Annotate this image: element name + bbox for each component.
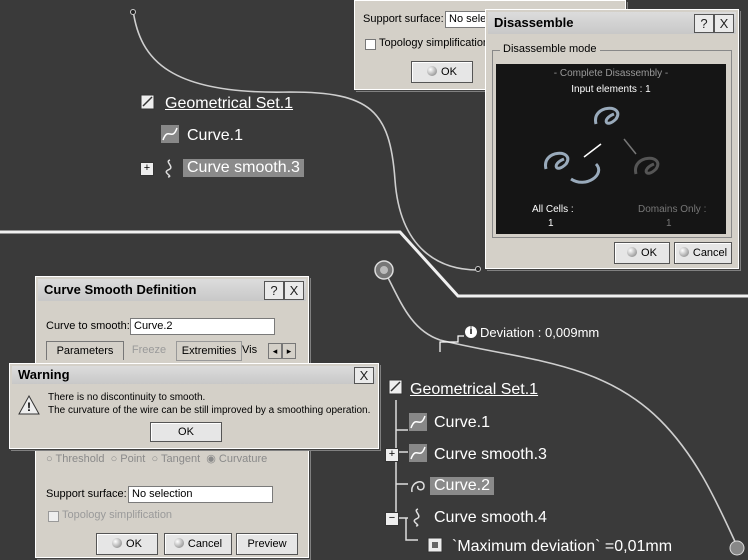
help-button[interactable]: ? bbox=[264, 281, 284, 300]
geometrical-set-icon[interactable] bbox=[138, 93, 158, 113]
tree-geometrical-set-1[interactable]: Geometrical Set.1 bbox=[165, 95, 293, 113]
all-cells-label: All Cells : bbox=[532, 204, 574, 215]
curve-smooth-ok-button[interactable]: OK bbox=[96, 533, 158, 555]
all-cells-value: 1 bbox=[548, 218, 554, 229]
warning-message-line2: The curvature of the wire can be still i… bbox=[48, 405, 371, 416]
tree-curve-1[interactable]: Curve.1 bbox=[187, 127, 243, 145]
curve-bottom bbox=[383, 269, 739, 549]
collapse-icon[interactable]: − bbox=[385, 512, 399, 526]
curve-to-smooth-field[interactable]: Curve.2 bbox=[130, 318, 275, 335]
warning-icon: ! bbox=[18, 394, 40, 421]
topology-checkbox[interactable] bbox=[365, 39, 376, 50]
tree-curve-smooth-4[interactable]: Curve smooth.4 bbox=[434, 509, 547, 527]
curve-smooth-titlebar[interactable]: Curve Smooth Definition ? X bbox=[38, 279, 306, 301]
geometrical-set-icon[interactable] bbox=[386, 378, 406, 398]
curve-icon bbox=[408, 443, 428, 463]
tab-scroll-left[interactable]: ◂ bbox=[268, 343, 282, 359]
close-button[interactable]: X bbox=[714, 14, 734, 33]
disassemble-titlebar[interactable]: Disassemble ? X bbox=[488, 12, 736, 34]
expand-icon[interactable]: + bbox=[140, 162, 154, 176]
help-button[interactable]: ? bbox=[694, 14, 714, 33]
disassemble-title: Disassemble bbox=[494, 15, 574, 30]
curve-2-icon bbox=[408, 476, 428, 496]
disassemble-ok-button[interactable]: OK bbox=[614, 242, 670, 264]
tab-parameters[interactable]: Parameters bbox=[46, 341, 124, 360]
warning-ok-button[interactable]: OK bbox=[150, 422, 222, 442]
curve-icon bbox=[160, 124, 180, 144]
parameter-icon bbox=[426, 535, 446, 555]
radio-point[interactable]: ○ Point bbox=[111, 453, 146, 465]
tab-extremities[interactable]: Extremities bbox=[176, 341, 242, 361]
curve-smooth-title: Curve Smooth Definition bbox=[44, 282, 197, 297]
support-surface-field[interactable]: No selection bbox=[128, 486, 273, 503]
curve-smooth-preview-button[interactable]: Preview bbox=[236, 533, 298, 555]
warning-title: Warning bbox=[18, 367, 70, 382]
warning-dialog: Warning X ! There is no discontinuity to… bbox=[9, 363, 379, 449]
tree-curve-2[interactable]: Curve.2 bbox=[430, 477, 495, 495]
deviation-annotation[interactable]: Deviation : 0,009mm bbox=[480, 325, 599, 340]
topology-label: Topology simplification bbox=[62, 509, 173, 521]
tree-maximum-deviation[interactable]: `Maximum deviation` =0,01mm bbox=[452, 538, 672, 556]
tree-geometrical-set-1[interactable]: Geometrical Set.1 bbox=[410, 381, 538, 399]
radio-curvature[interactable]: ◉ Curvature bbox=[206, 453, 267, 465]
warning-message-line1: There is no discontinuity to smooth. bbox=[48, 392, 206, 403]
tree-curve-1[interactable]: Curve.1 bbox=[434, 414, 490, 432]
support-surface-label: Support surface: bbox=[46, 488, 127, 500]
tree-curve-smooth-3[interactable]: Curve smooth.3 bbox=[434, 446, 547, 464]
close-button[interactable]: X bbox=[354, 367, 374, 384]
curve-smooth-cancel-button[interactable]: Cancel bbox=[164, 533, 232, 555]
radio-tangent[interactable]: ○ Tangent bbox=[151, 453, 200, 465]
tab-bar: Parameters Freeze Extremities Vis ◂ ▸ bbox=[46, 341, 302, 361]
support-surface-field[interactable]: No selec bbox=[445, 11, 490, 28]
info-icon: i bbox=[465, 326, 477, 338]
top-ok-button[interactable]: OK bbox=[411, 61, 473, 83]
tab-freeze[interactable]: Freeze bbox=[124, 341, 174, 359]
mode-group-label: Disassemble mode bbox=[500, 43, 600, 55]
expand-icon[interactable]: + bbox=[385, 448, 399, 462]
mode-caption: - Complete Disassembly - bbox=[553, 68, 669, 79]
radio-threshold[interactable]: ○ Threshold bbox=[46, 453, 104, 465]
curve-smooth-icon bbox=[160, 158, 180, 178]
close-button[interactable]: X bbox=[284, 281, 304, 300]
curve-icon bbox=[408, 412, 428, 432]
warning-titlebar[interactable]: Warning X bbox=[12, 366, 376, 384]
tab-scroll-right[interactable]: ▸ bbox=[282, 343, 296, 359]
continuity-radio-group: ○ Threshold ○ Point ○ Tangent ◉ Curvatur… bbox=[46, 452, 267, 465]
disassemble-dialog: Disassemble ? X Disassemble mode - Compl… bbox=[485, 9, 739, 269]
domains-only-value: 1 bbox=[666, 218, 672, 229]
disassemble-cancel-button[interactable]: Cancel bbox=[674, 242, 732, 264]
topology-checkbox[interactable] bbox=[48, 511, 59, 522]
mode-preview-panel[interactable]: - Complete Disassembly - Input elements … bbox=[496, 64, 726, 234]
curve-smooth-icon bbox=[408, 507, 428, 527]
support-surface-label: Support surface: bbox=[363, 13, 444, 25]
tree-curve-smooth-3[interactable]: Curve smooth.3 bbox=[183, 159, 304, 177]
domains-only-label: Domains Only : bbox=[638, 204, 707, 215]
tab-visualization[interactable]: Vis bbox=[242, 341, 264, 359]
curve-to-smooth-label: Curve to smooth: bbox=[46, 320, 130, 332]
disassemble-diagram bbox=[544, 106, 660, 184]
svg-text:!: ! bbox=[27, 400, 31, 414]
topology-label: Topology simplification bbox=[379, 37, 490, 49]
